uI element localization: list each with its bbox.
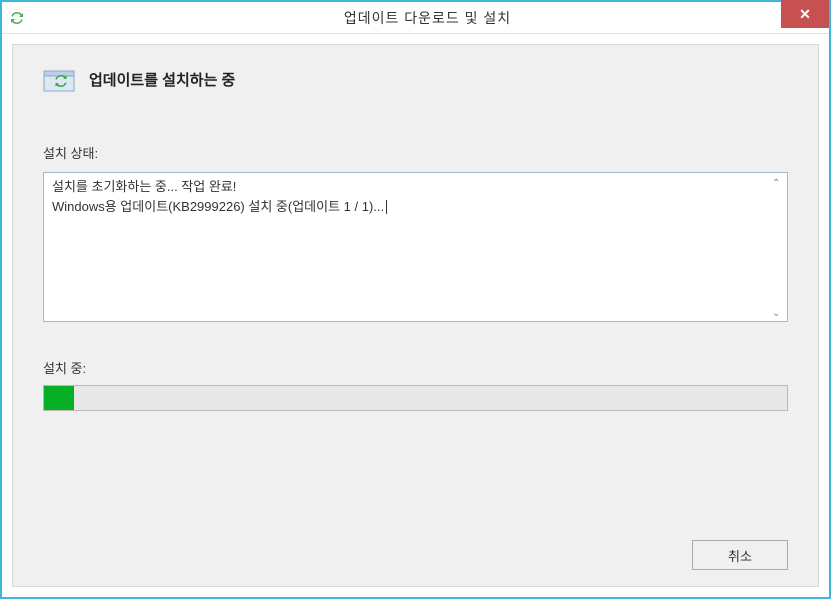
header-title: 업데이트를 설치하는 중 [89,69,235,90]
header-row: 업데이트를 설치하는 중 [43,65,788,93]
close-button[interactable]: ✕ [781,0,829,28]
progress-bar [43,385,788,411]
status-line: Windows용 업데이트(KB2999226) 설치 중(업데이트 1 / 1… [52,197,779,217]
close-icon: ✕ [799,6,811,23]
cancel-button[interactable]: 취소 [692,540,788,570]
scroll-down-icon: ⌄ [772,306,784,318]
scroll-up-icon: ⌃ [772,176,784,188]
status-textbox[interactable]: 설치를 초기화하는 중... 작업 완료! Windows용 업데이트(KB29… [43,172,788,322]
status-line: 설치를 초기화하는 중... 작업 완료! [52,177,779,197]
update-cycle-icon [8,9,26,27]
status-label: 설치 상태: [43,143,788,162]
installer-box-icon [43,65,75,93]
titlebar: 업데이트 다운로드 및 설치 ✕ [2,2,829,34]
window-title: 업데이트 다운로드 및 설치 [26,8,829,28]
window-frame: 업데이트 다운로드 및 설치 ✕ 업데이트를 설치하는 중 설치 상태: 설치를… [0,0,831,599]
progress-label: 설치 중: [43,358,788,377]
progress-fill [44,386,74,410]
content-area: 업데이트를 설치하는 중 설치 상태: 설치를 초기화하는 중... 작업 완료… [12,44,819,587]
text-caret [386,200,387,214]
footer: 취소 [43,520,788,570]
